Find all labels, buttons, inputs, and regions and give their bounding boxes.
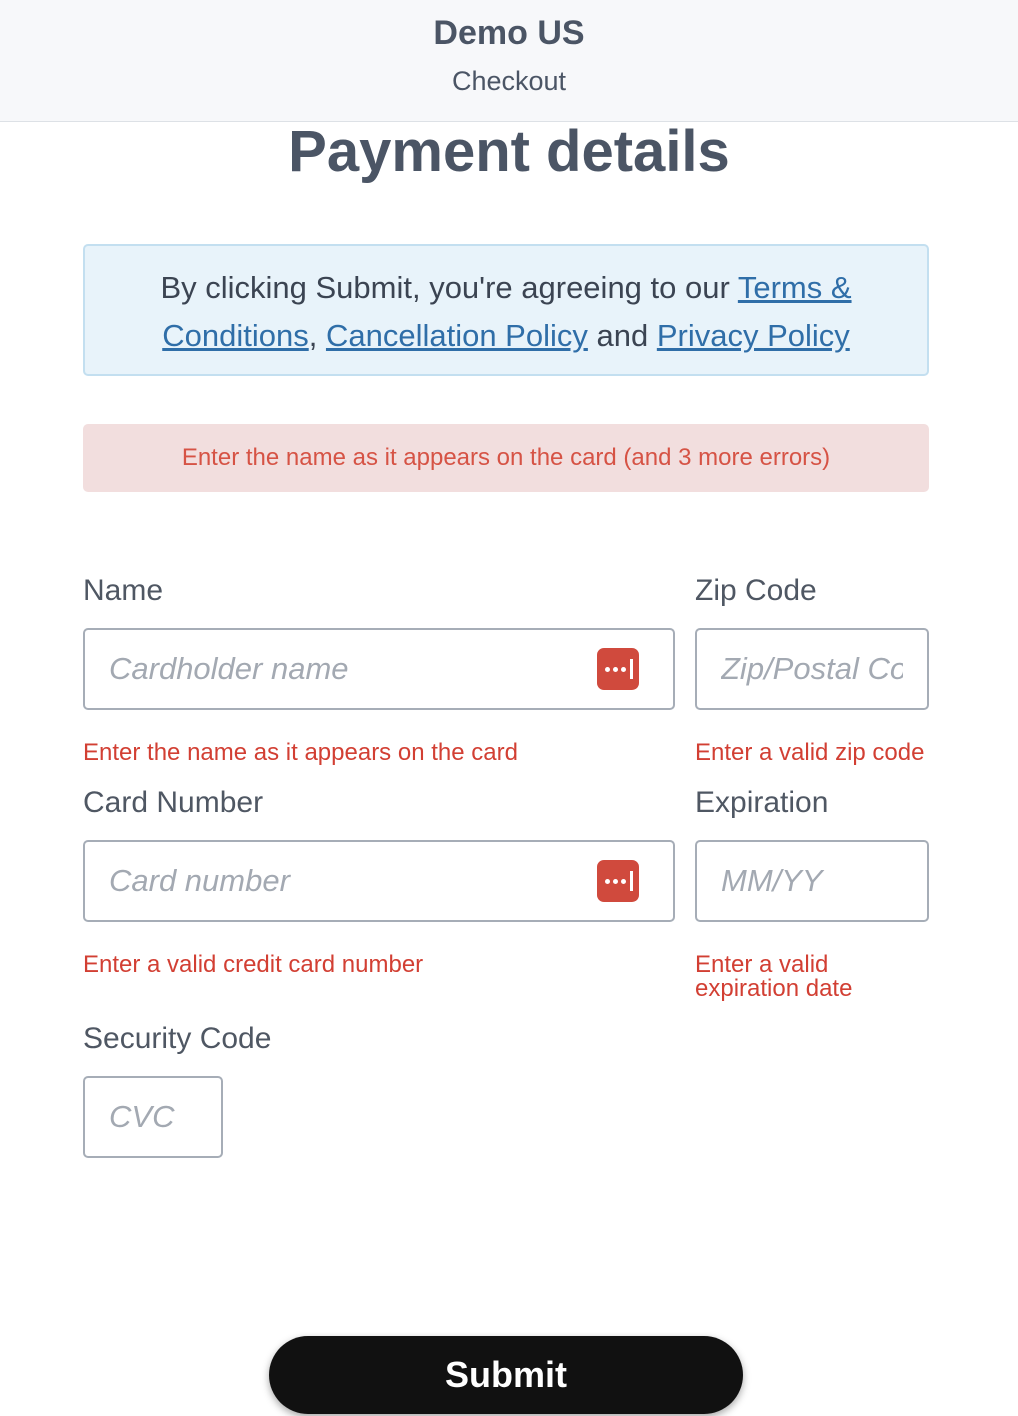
expiration-field[interactable] (695, 840, 929, 922)
password-manager-icon[interactable] (597, 648, 639, 690)
expiration-error: Enter a valid expiration date (695, 953, 852, 1001)
card-number-input[interactable] (109, 842, 579, 920)
zip-field[interactable] (695, 628, 929, 710)
expiration-label: Expiration (695, 786, 829, 819)
security-code-label: Security Code (83, 1022, 272, 1055)
store-name: Demo US (433, 14, 585, 52)
notice-and: and (587, 318, 657, 353)
card-number-field[interactable] (83, 840, 675, 922)
expiration-error-line2: expiration date (695, 975, 853, 1002)
error-summary-banner: Enter the name as it appears on the card… (83, 424, 929, 492)
card-number-error: Enter a valid credit card number (83, 951, 424, 978)
terms-notice: By clicking Submit, you're agreeing to o… (83, 244, 929, 376)
submit-button[interactable]: Submit (269, 1336, 743, 1414)
notice-text: By clicking Submit, you're agreeing to o… (160, 270, 738, 305)
expiration-error-line1: Enter a valid (695, 951, 829, 978)
name-input[interactable] (109, 630, 579, 708)
password-manager-icon[interactable] (597, 860, 639, 902)
top-bar: Demo US Checkout (0, 0, 1018, 122)
card-number-label: Card Number (83, 786, 264, 819)
name-field[interactable] (83, 628, 675, 710)
name-error: Enter the name as it appears on the card (83, 739, 518, 766)
cancellation-policy-link[interactable]: Cancellation Policy (326, 318, 588, 353)
zip-error: Enter a valid zip code (695, 739, 925, 766)
checkout-subtitle: Checkout (451, 66, 567, 96)
zip-label: Zip Code (695, 574, 817, 607)
notice-separator: , (308, 318, 326, 353)
privacy-policy-link[interactable]: Privacy Policy (657, 318, 850, 353)
page-title: Payment details (288, 119, 730, 184)
security-code-input[interactable] (109, 1078, 209, 1156)
zip-input[interactable] (721, 630, 903, 708)
name-label: Name (83, 574, 164, 607)
expiration-input[interactable] (721, 842, 903, 920)
security-code-field[interactable] (83, 1076, 223, 1158)
